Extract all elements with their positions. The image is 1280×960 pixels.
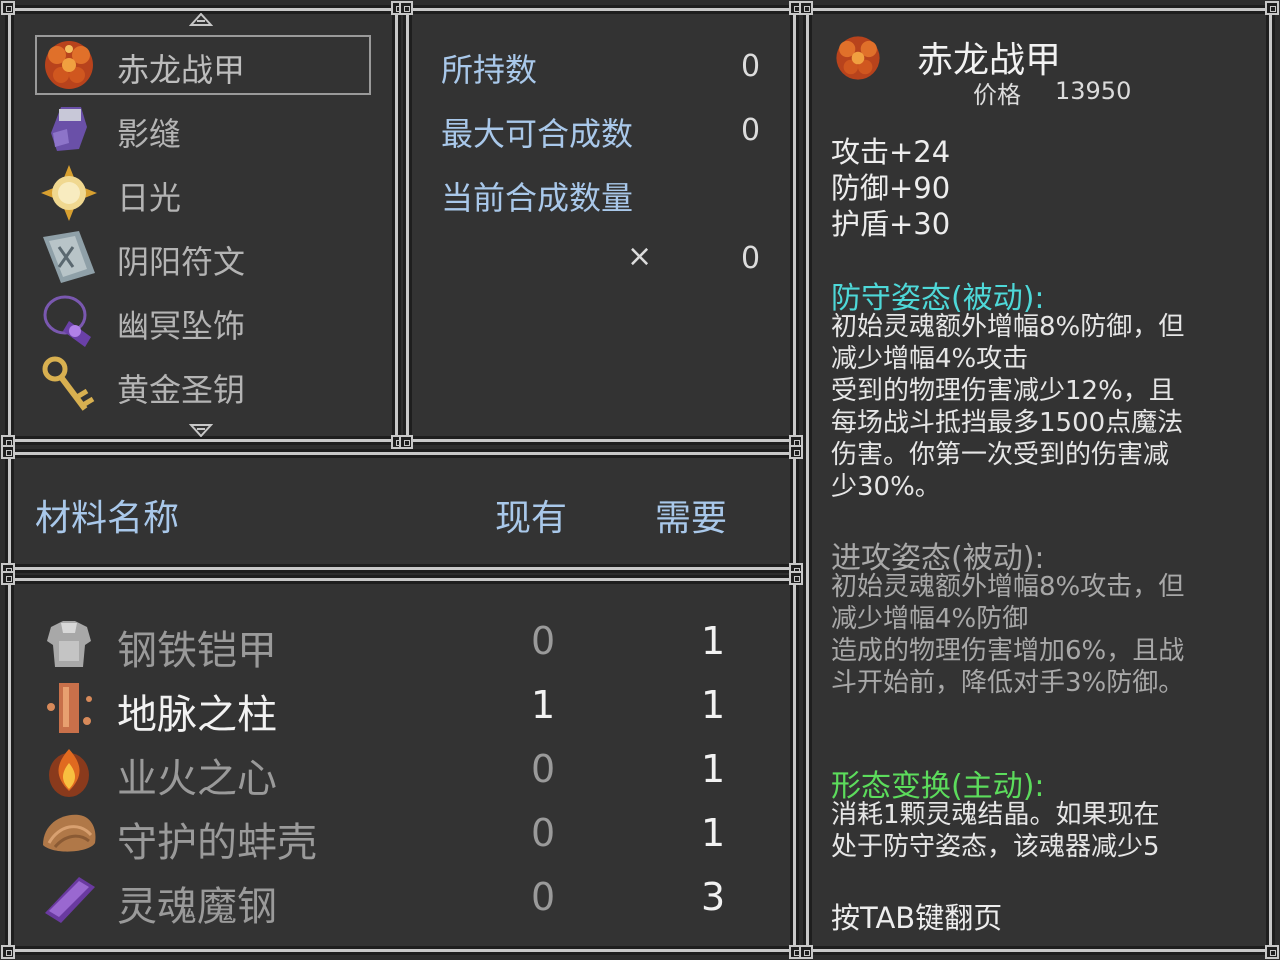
current-craft-label: 当前合成数量 bbox=[441, 179, 634, 217]
max-craftable-label: 最大可合成数 bbox=[441, 115, 634, 153]
material-need: 1 bbox=[701, 747, 726, 791]
steel-armor-icon bbox=[47, 621, 91, 667]
item-detail-panel: 赤龙战甲 价格 13950 攻击+24 防御+90 护盾+30 防守姿态(被动)… bbox=[799, 1, 1279, 959]
owned-count-value: 0 bbox=[741, 49, 761, 84]
frame-corner bbox=[1, 445, 15, 459]
defensive-stance-line: 少30%。 bbox=[831, 472, 941, 502]
purple-gauntlet-icon bbox=[51, 107, 87, 151]
scroll-up-arrow-icon[interactable] bbox=[189, 13, 213, 27]
frame-corner bbox=[1, 1, 15, 15]
rune-tablet-icon bbox=[43, 231, 95, 283]
item-row-sunlight[interactable]: 日光 bbox=[39, 163, 369, 223]
material-have: 0 bbox=[531, 619, 556, 663]
offensive-stance-line: 减少增幅4%防御 bbox=[831, 604, 1029, 634]
material-name: 地脉之柱 bbox=[117, 692, 277, 738]
item-row-golden-key[interactable]: 黄金圣钥 bbox=[39, 355, 369, 415]
hellfire-heart-icon bbox=[49, 749, 89, 797]
sun-gem-icon bbox=[41, 165, 97, 221]
clam-shell-icon bbox=[43, 814, 96, 852]
item-label: 赤龙战甲 bbox=[117, 51, 246, 89]
material-need: 3 bbox=[701, 875, 726, 919]
multiply-symbol: × bbox=[627, 239, 653, 274]
purple-pendant-icon bbox=[43, 295, 91, 347]
material-need-header: 需要 bbox=[655, 498, 728, 539]
price-label: 价格 bbox=[973, 81, 1021, 109]
material-name: 灵魂魔钢 bbox=[117, 884, 277, 930]
tab-page-hint: 按TAB键翻页 bbox=[831, 901, 1003, 935]
frame-corner bbox=[799, 1, 813, 15]
defensive-stance-line: 受到的物理伤害减少12%，且 bbox=[831, 376, 1175, 406]
offensive-stance-line: 斗开始前，降低对手3%防御。 bbox=[831, 668, 1185, 698]
frame-corner bbox=[1265, 1, 1279, 15]
item-row-yin-yang-rune[interactable]: 阴阳符文 bbox=[39, 227, 369, 287]
offensive-stance-line: 造成的物理伤害增加6%，且战 bbox=[831, 636, 1185, 666]
shield-stat: 护盾+30 bbox=[831, 207, 951, 241]
frame-corner bbox=[1265, 945, 1279, 959]
frame-corner bbox=[789, 571, 803, 585]
material-name: 钢铁铠甲 bbox=[117, 628, 277, 674]
earth-pillar-icon bbox=[47, 683, 92, 733]
material-name: 业火之心 bbox=[117, 756, 277, 802]
item-label: 黄金圣钥 bbox=[117, 371, 246, 409]
item-label: 幽冥坠饰 bbox=[117, 307, 246, 345]
red-dragon-armor-icon bbox=[45, 41, 93, 89]
material-row: 守护的蚌壳 0 1 bbox=[39, 805, 779, 866]
material-have: 0 bbox=[531, 811, 556, 855]
max-craftable-value: 0 bbox=[741, 113, 761, 148]
material-row: 业火之心 0 1 bbox=[39, 741, 779, 802]
material-row: 灵魂魔钢 0 3 bbox=[39, 869, 779, 930]
golden-key-icon bbox=[42, 356, 95, 411]
frame-corner bbox=[799, 945, 813, 959]
frame-corner bbox=[1, 571, 15, 585]
item-row-shadow-seam[interactable]: 影缝 bbox=[39, 99, 369, 159]
material-name: 守护的蚌壳 bbox=[117, 820, 317, 866]
material-row: 地脉之柱 1 1 bbox=[39, 677, 779, 738]
soul-steel-ingot-icon bbox=[45, 877, 95, 923]
material-have: 0 bbox=[531, 747, 556, 791]
frame-corner bbox=[789, 445, 803, 459]
owned-count-label: 所持数 bbox=[441, 51, 538, 89]
frame-corner bbox=[399, 1, 413, 15]
price-value: 13950 bbox=[1055, 77, 1132, 105]
item-row-nether-pendant[interactable]: 幽冥坠饰 bbox=[39, 291, 369, 351]
materials-list-panel: 钢铁铠甲 0 1 地脉之柱 1 1 业火之心 0 1 守护的蚌壳 0 1 灵魂魔… bbox=[1, 571, 803, 959]
material-have-header: 现有 bbox=[495, 498, 568, 539]
form-shift-line: 消耗1颗灵魂结晶。如果现在 bbox=[831, 800, 1160, 830]
item-list-panel: 赤龙战甲 影缝 日光 阴阳符文 幽冥坠饰 黄金圣钥 bbox=[1, 1, 405, 449]
defensive-stance-line: 减少增幅4%攻击 bbox=[831, 344, 1029, 374]
material-need: 1 bbox=[701, 811, 726, 855]
material-name-header: 材料名称 bbox=[35, 498, 180, 539]
frame-corner bbox=[399, 435, 413, 449]
offensive-stance-line: 初始灵魂额外增幅8%攻击，但 bbox=[831, 572, 1185, 602]
item-label: 阴阳符文 bbox=[117, 243, 246, 281]
material-need: 1 bbox=[701, 683, 726, 727]
material-have: 1 bbox=[531, 683, 556, 727]
scroll-down-arrow-icon[interactable] bbox=[189, 423, 213, 437]
item-label: 影缝 bbox=[117, 115, 182, 153]
item-row-red-dragon-armor[interactable]: 赤龙战甲 bbox=[39, 35, 369, 95]
defensive-stance-line: 初始灵魂额外增幅8%防御，但 bbox=[831, 312, 1185, 342]
material-have: 0 bbox=[531, 875, 556, 919]
item-label: 日光 bbox=[117, 179, 182, 217]
material-row: 钢铁铠甲 0 1 bbox=[39, 613, 779, 674]
craft-stats-panel: 所持数 0 最大可合成数 0 当前合成数量 × 0 bbox=[399, 1, 803, 449]
frame-corner bbox=[1, 945, 15, 959]
form-shift-line: 处于防守姿态，该魂器减少5 bbox=[831, 832, 1160, 862]
current-craft-quantity[interactable]: 0 bbox=[741, 241, 760, 276]
defensive-stance-line: 伤害。你第一次受到的伤害减 bbox=[831, 440, 1170, 470]
defensive-stance-line: 每场战斗抵挡最多1500点魔法 bbox=[831, 408, 1184, 438]
material-need: 1 bbox=[701, 619, 726, 663]
red-dragon-armor-icon bbox=[836, 36, 880, 80]
materials-header-panel: 材料名称 现有 需要 bbox=[1, 445, 803, 577]
